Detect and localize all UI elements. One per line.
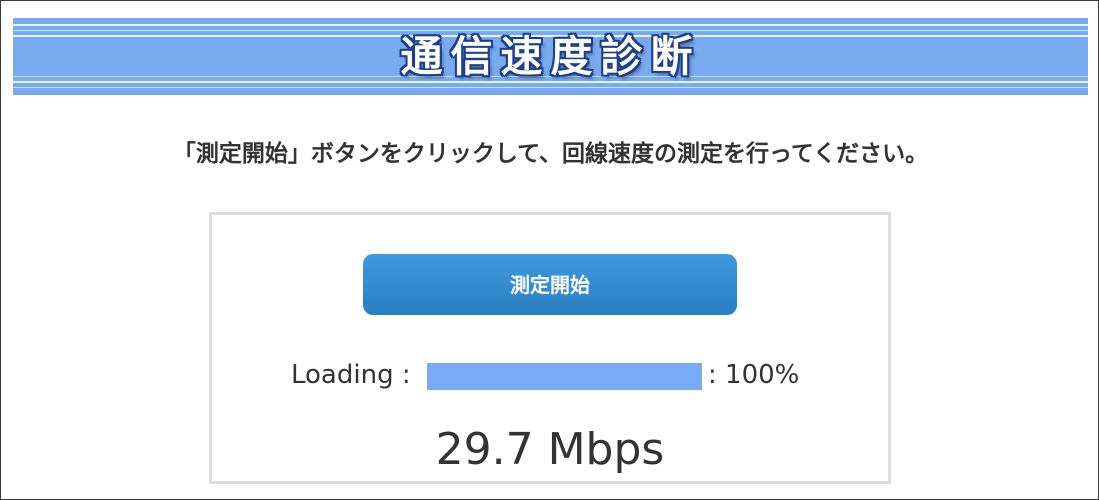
loading-progress-bar	[427, 363, 702, 390]
page-title: 通信速度診断	[400, 32, 701, 81]
start-measurement-button[interactable]: 測定開始	[363, 254, 737, 315]
banner-stripe	[13, 87, 1088, 88]
speed-result: 29.7 Mbps	[435, 424, 665, 475]
instruction-text: 「測定開始」ボタンをクリックして、回線速度の測定を行ってください。	[172, 141, 929, 167]
loading-row: Loading : : 100%	[212, 358, 888, 392]
banner-stripe	[13, 24, 1088, 26]
header-banner: 通信速度診断	[13, 18, 1088, 95]
speed-test-panel: 測定開始 Loading : : 100% 29.7 Mbps	[209, 212, 891, 484]
loading-percent: : 100%	[708, 360, 800, 390]
speed-test-window: 通信速度診断 「測定開始」ボタンをクリックして、回線速度の測定を行ってください。…	[0, 0, 1099, 500]
loading-label: Loading :	[291, 360, 411, 390]
loading-progress-fill	[427, 363, 702, 390]
